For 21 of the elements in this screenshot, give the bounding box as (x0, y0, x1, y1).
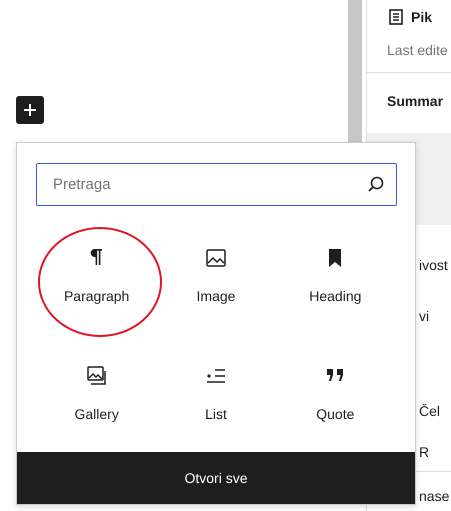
open-all-button[interactable]: Otvori sve (17, 452, 415, 504)
sidebar-text: vi (419, 308, 430, 324)
sidebar-text: R (419, 444, 430, 460)
block-item[interactable]: List (156, 346, 276, 452)
sidebar-text: Čel (419, 403, 440, 419)
document-icon (389, 9, 403, 25)
add-block-button[interactable] (16, 96, 44, 124)
gallery-icon (84, 364, 109, 388)
block-item[interactable]: Gallery (37, 346, 156, 452)
sidebar-text: ivost (419, 257, 448, 273)
section-heading: Summar (387, 93, 444, 109)
sidebar-text: nase (419, 488, 450, 504)
plus-icon (22, 102, 38, 118)
last-edited-text: Last edite (387, 42, 448, 58)
post-title: Pik (411, 8, 432, 26)
block-item[interactable]: Image (156, 228, 276, 334)
block-item[interactable]: Paragraph (37, 228, 156, 334)
block-item[interactable]: Heading (276, 228, 395, 334)
search-field[interactable]: Pretraga (36, 163, 397, 206)
block-item[interactable]: Quote (276, 346, 395, 452)
search-icon (367, 175, 385, 193)
